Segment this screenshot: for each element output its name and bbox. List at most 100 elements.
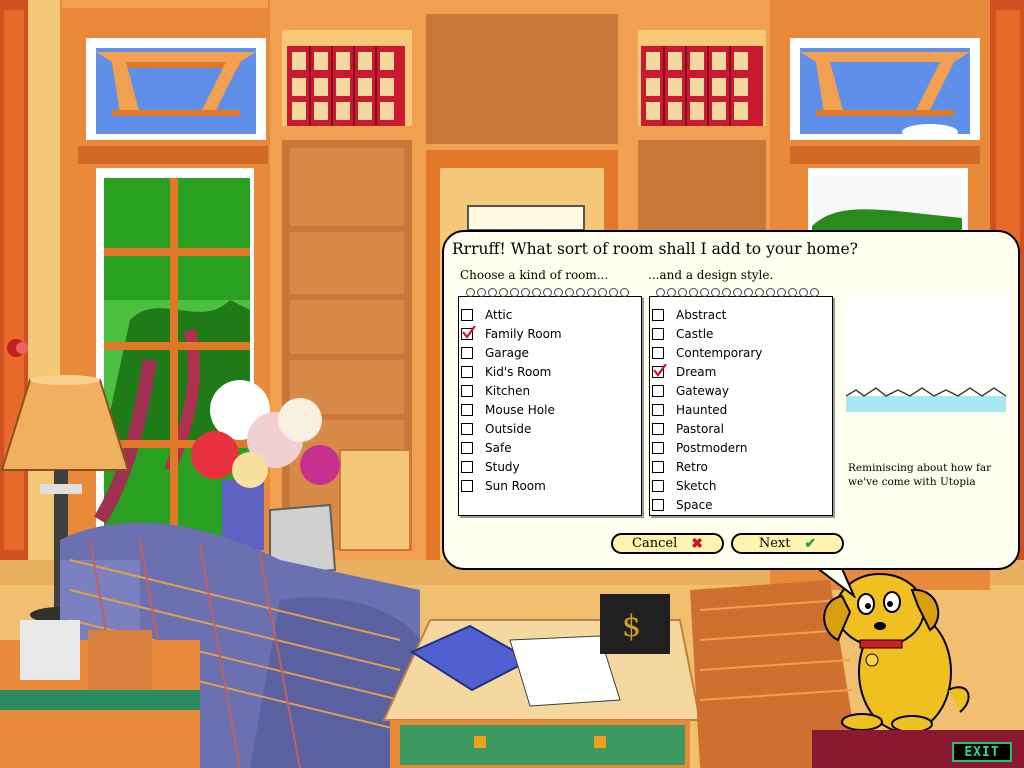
checkbox[interactable] [461,460,473,473]
room-item[interactable]: Kitchen [459,381,530,400]
style-item[interactable]: Pastoral [650,419,724,438]
room-item-label: Kid's Room [485,364,552,379]
ring-icon [521,288,530,297]
room-item-label: Kitchen [485,383,531,398]
room-item-label: Outside [485,421,532,436]
room-item-label: Mouse Hole [485,402,555,417]
room-item[interactable]: Family Room [459,324,562,343]
check-icon [462,325,476,339]
ring-icon [510,288,519,297]
room-item[interactable]: Attic [459,305,512,324]
coffee-table: $ [382,594,702,768]
style-item-label: Sketch [676,478,717,493]
ring-icon [499,288,508,297]
room-item[interactable]: Mouse Hole [459,400,555,419]
cancel-button-label: Cancel [632,536,678,551]
checkbox[interactable] [461,346,473,359]
room-item-label: Garage [485,345,529,360]
style-item[interactable]: Abstract [650,305,726,324]
side-table [0,620,200,768]
checkbox-checked[interactable] [461,325,476,340]
style-item[interactable]: Haunted [650,400,727,419]
checkbox[interactable] [652,327,664,340]
checkbox-checked[interactable] [652,363,667,378]
checkbox[interactable] [652,479,664,492]
checkbox[interactable] [652,346,664,359]
style-item-label: Retro [676,459,708,474]
checkbox[interactable] [461,403,473,416]
ring-icon [554,288,563,297]
checkbox[interactable] [652,422,664,435]
checkbox[interactable] [652,498,664,511]
checkbox[interactable] [461,384,473,397]
ring-icon [543,288,552,297]
ring-icon [620,288,629,297]
checkmark-icon: ✔ [804,535,817,552]
style-item[interactable]: Gateway [650,381,729,400]
exit-button[interactable]: EXIT [952,742,1012,762]
dialog-title: Rrruff! What sort of room shall I add to… [452,240,858,258]
preview-caption: Reminiscing about how far we've come wit… [848,462,992,488]
ring-icon [609,288,618,297]
style-item[interactable]: Dream [650,362,716,381]
style-item[interactable]: Castle [650,324,713,343]
notebook-rings-icon [466,288,629,300]
style-item[interactable]: Retro [650,457,708,476]
style-item-label: Postmodern [676,440,748,455]
checkbox[interactable] [652,384,664,397]
svg-text:$: $ [622,609,641,644]
ring-icon [788,288,797,297]
ring-icon [532,288,541,297]
ring-icon [766,288,775,297]
room-item[interactable]: Garage [459,343,529,362]
ring-icon [576,288,585,297]
ring-icon [656,288,665,297]
style-item-label: Gateway [676,383,730,398]
checkbox[interactable] [461,308,473,321]
ring-icon [477,288,486,297]
next-button-label: Next [758,536,791,551]
next-button[interactable]: Next ✔ [731,533,844,554]
room-item[interactable]: Study [459,457,520,476]
style-item[interactable]: Contemporary [650,343,762,362]
room-item[interactable]: Kid's Room [459,362,551,381]
checkbox[interactable] [652,460,664,473]
design-style-list: Abstract Castle Contemporary Dream Gateway Ha… [649,296,833,516]
checkbox[interactable] [461,422,473,435]
red-books-left [287,46,405,126]
style-item[interactable]: Sketch [650,476,716,495]
ring-icon [733,288,742,297]
checkbox[interactable] [461,441,473,454]
red-books-right [641,46,763,126]
style-item-label: Space [676,497,713,512]
room-item[interactable]: Safe [459,438,512,457]
room-item-label: Safe [485,440,512,455]
checkbox[interactable] [461,479,473,492]
room-item-label: Attic [485,307,513,322]
style-item-label: Haunted [676,402,728,417]
style-item[interactable]: Postmodern [650,438,747,457]
checkbox[interactable] [652,403,664,416]
ring-icon [810,288,819,297]
room-item[interactable]: Sun Room [459,476,546,495]
ring-icon [667,288,676,297]
checkbox[interactable] [652,441,664,454]
ring-icon [722,288,731,297]
check-icon [653,363,667,377]
checkbox[interactable] [652,308,664,321]
ring-icon [700,288,709,297]
ring-icon [466,288,475,297]
room-item-label: Family Room [485,326,562,341]
style-preview-image [845,292,1007,412]
room-list-heading: Choose a kind of room... [460,268,609,282]
room-item[interactable]: Outside [459,419,531,438]
cancel-button[interactable]: Cancel ✖ [611,533,724,554]
style-item[interactable]: Space [650,495,713,514]
room-item-label: Sun Room [485,478,546,493]
checkbox[interactable] [461,365,473,378]
room-type-list: Attic Family Room Garage Kid's Room Kitchen M… [458,296,642,516]
ring-icon [744,288,753,297]
style-item-label: Pastoral [676,421,724,436]
ring-icon [565,288,574,297]
style-item-label: Contemporary [676,345,763,360]
